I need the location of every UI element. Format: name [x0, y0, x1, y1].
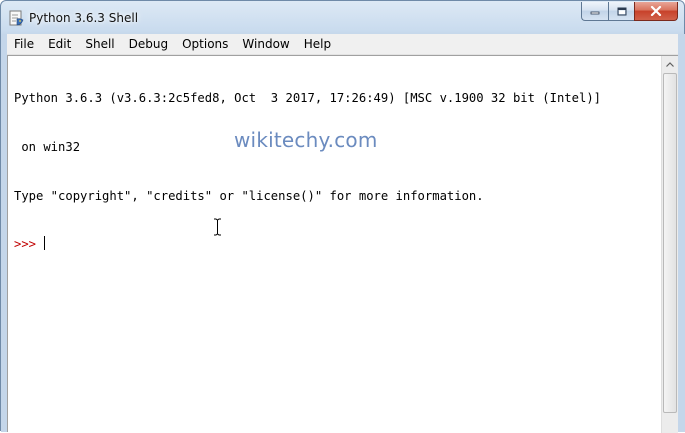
ibeam-cursor-icon [214, 218, 221, 236]
scrollbar-thumb[interactable] [663, 73, 677, 413]
window-controls [581, 2, 678, 22]
shell-output-line: Python 3.6.3 (v3.6.3:2c5fed8, Oct 3 2017… [14, 91, 601, 106]
menu-options[interactable]: Options [175, 34, 235, 54]
shell-output-line: Type "copyright", "credits" or "license(… [14, 188, 484, 203]
maximize-icon [617, 7, 626, 15]
menu-help[interactable]: Help [297, 34, 338, 54]
maximize-button[interactable] [608, 2, 634, 21]
shell-input-line[interactable]: >>> [14, 236, 661, 252]
minimize-icon [590, 11, 600, 15]
idle-shell-window: Python 3.6.3 Shell File Edit Shell Debug… [0, 0, 685, 433]
menu-shell[interactable]: Shell [78, 34, 121, 54]
python-idle-icon [9, 10, 24, 26]
close-button[interactable] [634, 2, 678, 21]
shell-client-area: Python 3.6.3 (v3.6.3:2c5fed8, Oct 3 2017… [7, 55, 678, 433]
scroll-up-button[interactable] [662, 56, 678, 73]
menu-edit[interactable]: Edit [41, 34, 78, 54]
menu-file[interactable]: File [7, 34, 41, 54]
title-bar[interactable]: Python 3.6.3 Shell [1, 1, 684, 35]
window-title: Python 3.6.3 Shell [29, 11, 139, 25]
scroll-up-arrow-icon [666, 62, 674, 67]
menu-bar: File Edit Shell Debug Options Window Hel… [7, 34, 678, 55]
vertical-scrollbar[interactable] [661, 56, 678, 433]
shell-text-area[interactable]: Python 3.6.3 (v3.6.3:2c5fed8, Oct 3 2017… [8, 56, 661, 433]
window-frame-right [678, 34, 685, 432]
minimize-button[interactable] [581, 2, 608, 21]
text-caret [44, 236, 46, 251]
menu-window[interactable]: Window [235, 34, 296, 54]
close-icon [650, 6, 662, 16]
watermark-text: wikitechy.com [234, 128, 378, 152]
shell-prompt: >>> [14, 237, 44, 252]
menu-debug[interactable]: Debug [122, 34, 175, 54]
